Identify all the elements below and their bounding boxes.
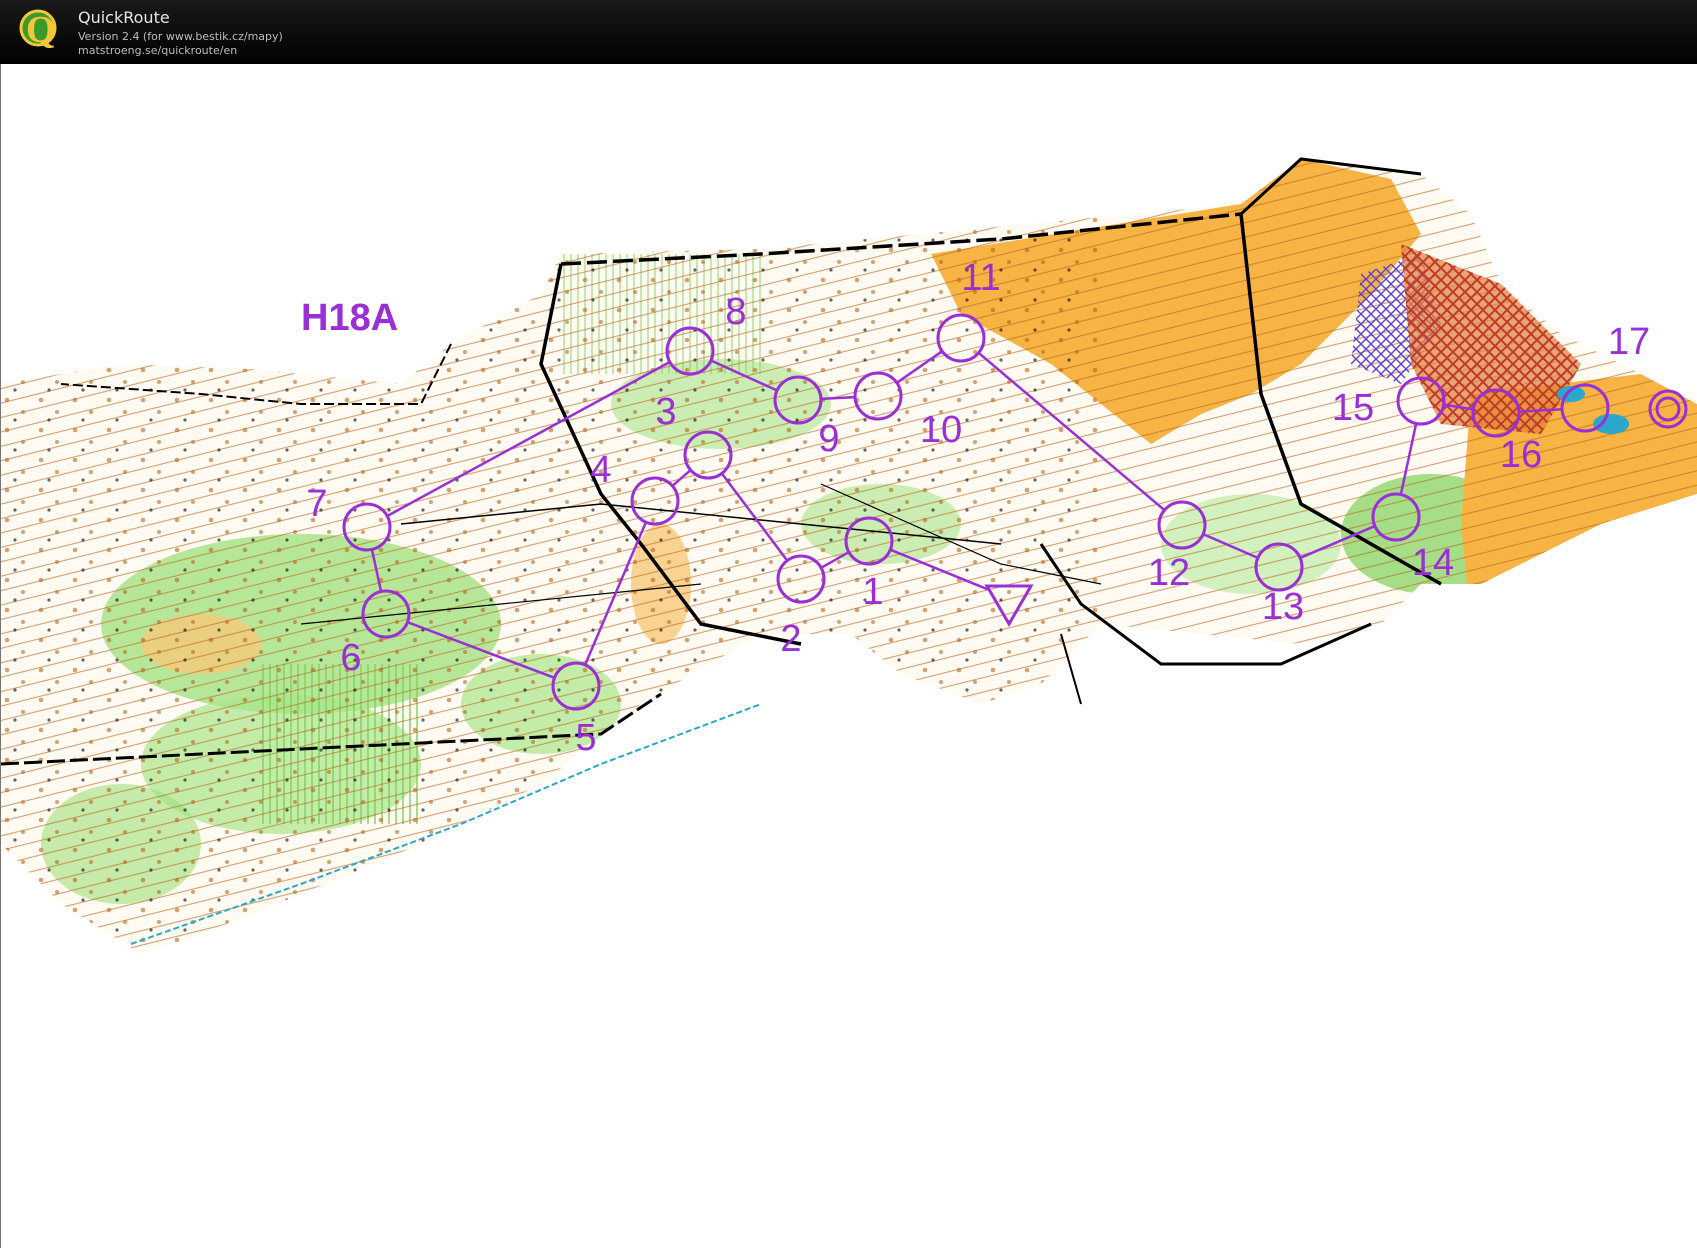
control-number-17: 17 bbox=[1608, 321, 1650, 363]
quickroute-logo-icon: Q bbox=[19, 9, 57, 51]
control-number-9: 9 bbox=[818, 418, 839, 460]
version-text: Version 2.4 (for www.bestik.cz/mapy) bbox=[78, 30, 283, 43]
logo-letter: Q bbox=[26, 9, 56, 51]
course-name: H18A bbox=[301, 297, 398, 339]
title-bar: Q QuickRoute Version 2.4 (for www.bestik… bbox=[0, 0, 1697, 64]
app-title: QuickRoute bbox=[78, 8, 170, 27]
control-number-15: 15 bbox=[1332, 387, 1374, 429]
control-number-1: 1 bbox=[862, 571, 883, 613]
orienteering-map[interactable]: 123456789 1011121314151617 H18A bbox=[1, 64, 1697, 1248]
control-number-4: 4 bbox=[590, 449, 611, 491]
map-canvas[interactable]: 1 2 3 4 5 6 7 8 9 10 11 12 13 14 15 16 17 H18A bbox=[0, 64, 1697, 1248]
control-number-8: 8 bbox=[725, 291, 746, 333]
control-number-5: 5 bbox=[575, 717, 596, 759]
control-number-3: 3 bbox=[655, 391, 676, 433]
control-number-12: 12 bbox=[1148, 552, 1190, 594]
control-number-10: 10 bbox=[920, 409, 962, 451]
control-number-7: 7 bbox=[306, 483, 327, 525]
course-leg-10 bbox=[820, 395, 856, 401]
control-number-14: 14 bbox=[1412, 542, 1454, 584]
control-number-16: 16 bbox=[1500, 434, 1542, 476]
control-number-13: 13 bbox=[1262, 586, 1304, 628]
terrain-layer bbox=[1, 159, 1697, 954]
control-number-6: 6 bbox=[340, 637, 361, 679]
control-number-11: 11 bbox=[961, 257, 1000, 299]
control-number-2: 2 bbox=[780, 618, 801, 660]
website-url[interactable]: matstroeng.se/quickroute/en bbox=[78, 44, 237, 57]
